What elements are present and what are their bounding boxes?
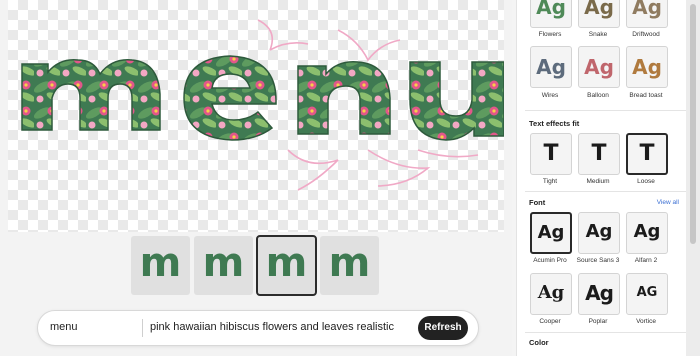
section-divider bbox=[525, 110, 687, 111]
fit-section-title: Text effects fit bbox=[529, 119, 580, 128]
font-option-source-sans[interactable]: Ag bbox=[578, 212, 620, 254]
refresh-button[interactable]: Refresh bbox=[418, 316, 468, 340]
menu-artwork bbox=[21, 19, 504, 191]
text-effect-preview bbox=[8, 0, 504, 232]
font-sample: Ag bbox=[537, 282, 565, 303]
fit-option-medium[interactable]: T bbox=[578, 133, 620, 175]
style-label: Bread toast bbox=[629, 92, 663, 99]
style-label: Driftwood bbox=[632, 31, 660, 38]
fit-glyph: T bbox=[591, 141, 607, 166]
style-sample: Ag bbox=[584, 0, 614, 19]
variation-thumbnail[interactable]: m bbox=[320, 236, 379, 295]
font-section-title: Font bbox=[529, 198, 546, 207]
canvas-area: m m m m menu pink hawaiian hibiscus flow… bbox=[0, 0, 512, 356]
style-tile-driftwood[interactable]: Ag bbox=[626, 0, 668, 28]
variation-thumbnail[interactable]: m bbox=[131, 236, 190, 295]
style-sample: Ag bbox=[584, 55, 614, 79]
font-sample: Ag bbox=[633, 221, 661, 242]
font-option-acumin-pro[interactable]: Ag bbox=[530, 212, 572, 254]
fit-label: Loose bbox=[637, 178, 655, 185]
scrollbar-thumb[interactable] bbox=[690, 4, 696, 244]
section-divider bbox=[525, 332, 687, 333]
style-tile-wires[interactable]: Ag bbox=[530, 46, 572, 88]
font-label: Vortice bbox=[636, 318, 656, 325]
prompt-bar: menu pink hawaiian hibiscus flowers and … bbox=[37, 310, 479, 346]
font-option-cooper[interactable]: Ag bbox=[530, 273, 572, 315]
style-sample: Ag bbox=[536, 0, 566, 19]
style-sample: Ag bbox=[536, 55, 566, 79]
fit-glyph: T bbox=[543, 141, 559, 166]
font-sample: Ag bbox=[537, 222, 565, 243]
fit-glyph: T bbox=[639, 141, 655, 166]
panel-scrollbar[interactable] bbox=[686, 0, 700, 356]
style-tile-bread-toast[interactable]: Ag bbox=[626, 46, 668, 88]
font-option-alfarn[interactable]: Ag bbox=[626, 212, 668, 254]
variation-letter: m bbox=[265, 240, 308, 286]
fit-option-tight[interactable]: T bbox=[530, 133, 572, 175]
font-sample: Ag bbox=[585, 221, 613, 242]
color-section-title: Color bbox=[529, 338, 549, 347]
text-input[interactable]: menu bbox=[50, 321, 78, 333]
style-tile-flowers[interactable]: Ag bbox=[530, 0, 572, 28]
variation-strip: m m m m bbox=[131, 235, 379, 296]
font-label: Alfarn 2 bbox=[634, 257, 658, 264]
font-option-poplar[interactable]: Ag bbox=[578, 273, 620, 315]
section-divider bbox=[525, 191, 687, 192]
variation-letter: m bbox=[328, 240, 371, 286]
style-tile-snake[interactable]: Ag bbox=[578, 0, 620, 28]
variation-thumbnail[interactable]: m bbox=[194, 236, 253, 295]
font-option-vortice[interactable]: AG bbox=[626, 273, 668, 315]
font-sample: Ag bbox=[585, 281, 614, 305]
variation-thumbnail-selected[interactable]: m bbox=[256, 235, 317, 296]
prompt-divider bbox=[142, 319, 143, 337]
fit-option-loose[interactable]: T bbox=[626, 133, 668, 175]
font-sample: AG bbox=[636, 285, 658, 300]
variation-letter: m bbox=[202, 240, 245, 286]
variation-letter: m bbox=[139, 240, 182, 286]
style-sample: Ag bbox=[632, 55, 662, 79]
view-all-link[interactable]: View all bbox=[657, 199, 679, 206]
properties-panel: Ag Flowers Ag Snake Ag Driftwood Ag Wire… bbox=[516, 0, 687, 356]
style-tile-balloon[interactable]: Ag bbox=[578, 46, 620, 88]
style-sample: Ag bbox=[632, 0, 662, 19]
description-input[interactable]: pink hawaiian hibiscus flowers and leave… bbox=[150, 321, 394, 333]
